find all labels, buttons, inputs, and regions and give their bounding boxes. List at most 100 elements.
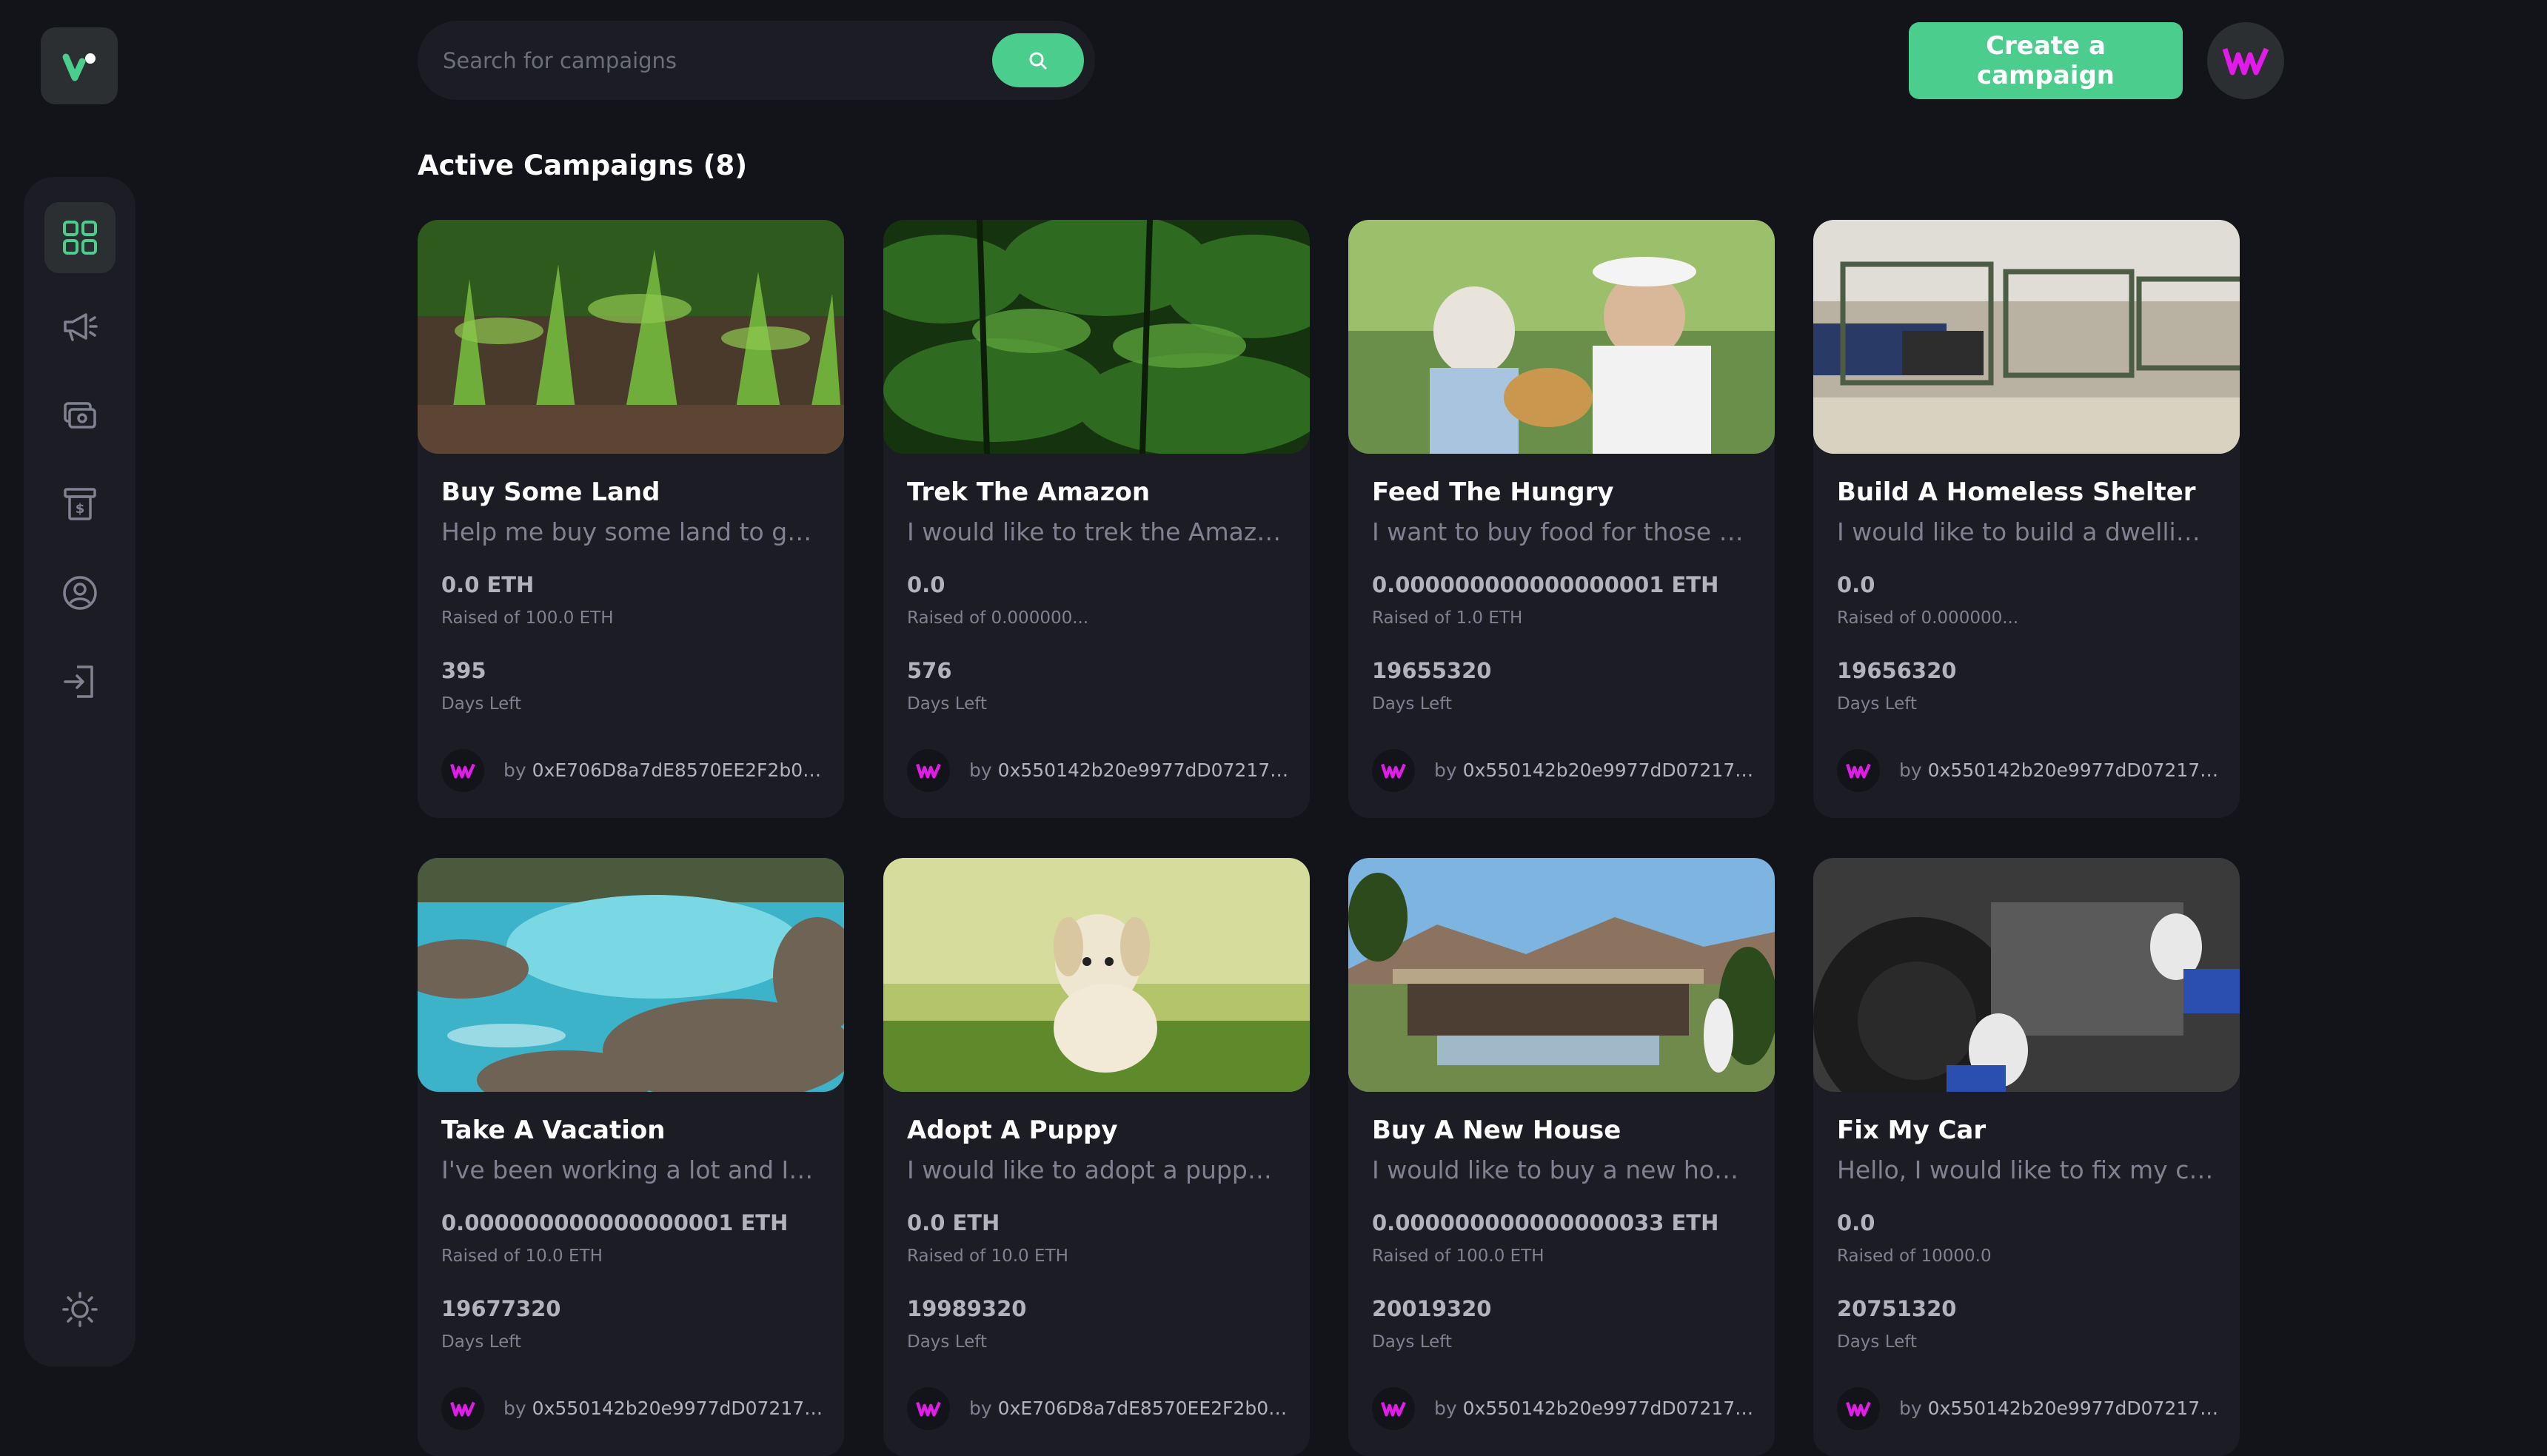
sidebar-item-withdraw[interactable]: $	[44, 469, 116, 540]
owner-address: 0x550142b20e9977dD07217C52dc...	[1462, 1398, 1760, 1419]
payment-icon	[64, 402, 96, 429]
campaign-days-left: 395	[441, 658, 486, 683]
campaign-card[interactable]: Fix My Car Hello, I would like to fix my…	[1813, 858, 2240, 1456]
campaign-raised: 0.000000000000000033 ETH	[1372, 1210, 1719, 1235]
campaign-days-label: Days Left	[907, 694, 987, 714]
campaign-raised: 0.0 ETH	[441, 572, 535, 597]
sidebar-item-dashboard[interactable]	[44, 202, 116, 273]
sidebar-item-payment[interactable]	[44, 380, 116, 451]
owner-avatar	[1837, 1387, 1880, 1430]
owner-by-label: by	[1899, 1398, 1922, 1419]
campaign-image	[1813, 220, 2240, 454]
campaign-description: Help me buy some land to grow...	[441, 517, 819, 546]
campaign-owner: by0x550142b20e9977dD07217C52dc...	[1434, 759, 1760, 781]
owner-avatar	[907, 749, 950, 792]
campaign-raised: 0.000000000000000001 ETH	[1372, 572, 1719, 597]
sidebar-item-profile[interactable]	[44, 557, 116, 628]
search-input[interactable]	[441, 36, 948, 86]
owner-by-label: by	[1434, 759, 1457, 781]
user-circle-icon	[63, 576, 97, 610]
owner-avatar	[441, 749, 484, 792]
owner-avatar	[441, 1387, 484, 1430]
campaign-target: Raised of 10000.0	[1837, 1247, 1992, 1266]
campaign-title: Buy A New House	[1372, 1116, 1621, 1145]
campaign-days-left: 19989320	[907, 1296, 1027, 1321]
campaign-card[interactable]: Feed The Hungry I want to buy food for t…	[1348, 220, 1775, 818]
campaign-days-label: Days Left	[1837, 1332, 1917, 1352]
campaign-days-label: Days Left	[1372, 694, 1452, 714]
campaign-description: I want to buy food for those wh...	[1372, 517, 1750, 546]
owner-avatar-icon	[1846, 763, 1871, 779]
campaign-image	[1348, 220, 1775, 454]
create-campaign-button[interactable]: Create a campaign	[1909, 22, 2183, 99]
campaign-description: I would like to build a dwelling f...	[1837, 517, 2215, 546]
section-title: Active Campaigns (8)	[418, 150, 748, 181]
campaign-description: I've been working a lot and I wo...	[441, 1155, 819, 1184]
campaign-owner: by0xE706D8a7dE8570EE2F2b01C103...	[503, 759, 829, 781]
campaign-card[interactable]: Buy Some Land Help me buy some land to g…	[418, 220, 844, 818]
app-logo[interactable]	[41, 27, 118, 104]
campaign-image	[883, 858, 1310, 1092]
search-icon	[1029, 52, 1047, 69]
dashboard-grid-icon	[63, 221, 97, 255]
campaign-raised: 0.0 ETH	[907, 1210, 1000, 1235]
campaign-title: Take A Vacation	[441, 1116, 666, 1145]
campaign-days-label: Days Left	[1837, 694, 1917, 714]
sun-icon	[62, 1292, 98, 1327]
campaign-days-left: 20751320	[1837, 1296, 1957, 1321]
campaign-card[interactable]: Take A Vacation I've been working a lot …	[418, 858, 844, 1456]
owner-address: 0x550142b20e9977dD07217C52dc...	[1927, 1398, 2225, 1419]
campaign-image	[1348, 858, 1775, 1092]
campaign-target: Raised of 10.0 ETH	[907, 1247, 1068, 1266]
campaign-description: Hello, I would like to fix my car ...	[1837, 1155, 2215, 1184]
campaign-days-label: Days Left	[441, 1332, 521, 1352]
owner-avatar	[1372, 1387, 1415, 1430]
owner-by-label: by	[1434, 1398, 1457, 1419]
campaign-title: Fix My Car	[1837, 1116, 1987, 1145]
campaign-days-left: 19677320	[441, 1296, 561, 1321]
owner-avatar-icon	[1846, 1401, 1871, 1417]
owner-by-label: by	[503, 1398, 526, 1419]
logo-icon	[62, 53, 96, 81]
campaign-days-label: Days Left	[907, 1332, 987, 1352]
search-button[interactable]	[992, 33, 1084, 87]
campaign-days-left: 576	[907, 658, 952, 683]
search-bar	[418, 21, 1095, 100]
campaign-owner: by0x550142b20e9977dD07217C52dc...	[1899, 759, 2225, 781]
owner-avatar-icon	[916, 763, 941, 779]
theme-toggle[interactable]	[44, 1274, 116, 1345]
campaign-target: Raised of 0.000000...	[1837, 608, 2019, 628]
owner-address: 0xE706D8a7dE8570EE2F2b01C103...	[997, 1398, 1295, 1419]
campaign-title: Buy Some Land	[441, 477, 660, 507]
campaign-image	[883, 220, 1310, 454]
campaign-image	[418, 220, 844, 454]
campaign-target: Raised of 100.0 ETH	[1372, 1247, 1544, 1266]
campaign-description: I would like to buy a new house ...	[1372, 1155, 1750, 1184]
campaign-card[interactable]: Buy A New House I would like to buy a ne…	[1348, 858, 1775, 1456]
campaign-description: I would like to adopt a puppy bu...	[907, 1155, 1285, 1184]
owner-by-label: by	[969, 1398, 992, 1419]
campaign-days-left: 19656320	[1837, 658, 1957, 683]
owner-avatar-icon	[450, 763, 475, 779]
campaign-days-left: 19655320	[1372, 658, 1492, 683]
campaign-title: Build A Homeless Shelter	[1837, 477, 2196, 507]
campaign-owner: by0xE706D8a7dE8570EE2F2b01C103...	[969, 1398, 1295, 1419]
campaign-target: Raised of 0.000000...	[907, 608, 1089, 628]
campaign-target: Raised of 100.0 ETH	[441, 608, 614, 628]
brand-avatar-icon	[2222, 47, 2269, 76]
campaign-owner: by0x550142b20e9977dD07217C52dc...	[969, 759, 1295, 781]
campaign-card[interactable]: Build A Homeless Shelter I would like to…	[1813, 220, 2240, 818]
owner-address: 0x550142b20e9977dD07217C52dc...	[1927, 759, 2225, 781]
campaign-card[interactable]: Adopt A Puppy I would like to adopt a pu…	[883, 858, 1310, 1456]
campaign-card[interactable]: Trek The Amazon I would like to trek the…	[883, 220, 1310, 818]
owner-by-label: by	[1899, 759, 1922, 781]
campaign-days-label: Days Left	[441, 694, 521, 714]
sidebar-item-logout[interactable]	[44, 646, 116, 717]
owner-avatar-icon	[916, 1401, 941, 1417]
profile-avatar-button[interactable]	[2207, 22, 2284, 99]
owner-avatar	[907, 1387, 950, 1430]
sidebar-item-campaign[interactable]	[44, 291, 116, 362]
campaign-days-label: Days Left	[1372, 1332, 1452, 1352]
campaign-raised: 0.0	[1837, 572, 1875, 597]
campaign-raised: 0.0	[1837, 1210, 1875, 1235]
